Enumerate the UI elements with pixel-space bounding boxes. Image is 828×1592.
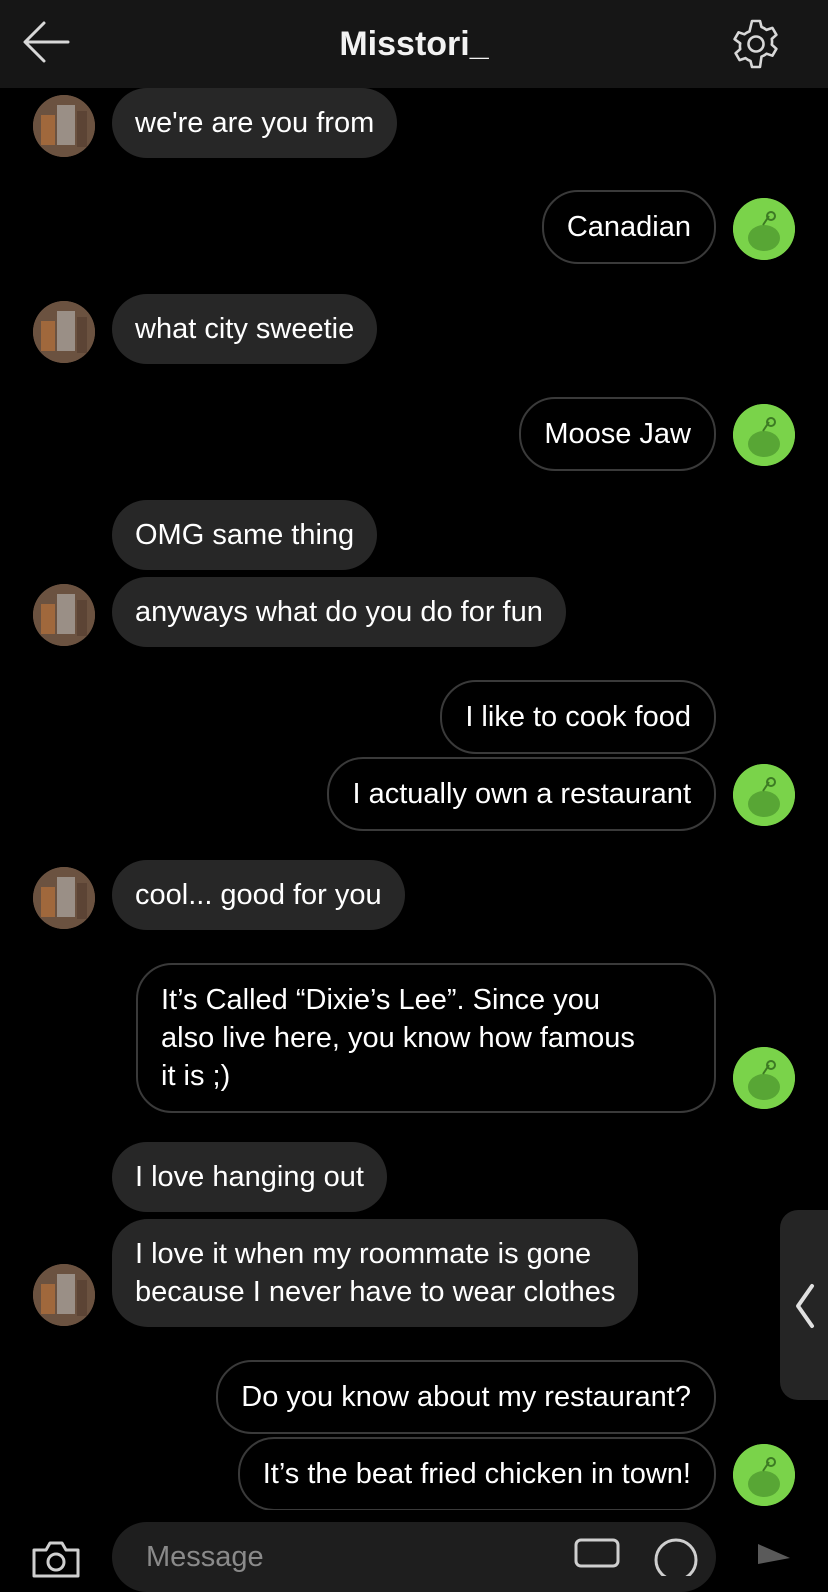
contact-avatar[interactable]: [33, 867, 95, 929]
incoming-message[interactable]: I love hanging out: [112, 1142, 387, 1212]
outgoing-message[interactable]: Canadian: [541, 190, 716, 264]
gif-icon[interactable]: [574, 1538, 620, 1568]
message-line: It’s Called “Dixie’s Lee”. Since you: [161, 984, 600, 1016]
message-line: it is ;): [161, 1060, 231, 1092]
message-input[interactable]: [112, 1522, 716, 1592]
outgoing-message[interactable]: It’s Called “Dixie’s Lee”. Since you als…: [136, 963, 716, 1113]
message-line: also live here, you know how famous: [161, 1022, 635, 1054]
outgoing-message[interactable]: It’s the beat fried chicken in town!: [237, 1437, 716, 1511]
message-line: I love it when my roommate is gone: [135, 1238, 592, 1270]
my-avatar[interactable]: [733, 1047, 795, 1109]
outgoing-message[interactable]: I actually own a restaurant: [327, 757, 716, 831]
page-title: Misstori_: [339, 25, 489, 63]
camera-icon[interactable]: [30, 1538, 82, 1578]
incoming-message[interactable]: we're are you from: [112, 88, 398, 158]
outgoing-message[interactable]: Do you know about my restaurant?: [216, 1360, 716, 1434]
incoming-message[interactable]: what city sweetie: [112, 294, 378, 364]
incoming-message[interactable]: OMG same thing: [112, 500, 378, 570]
outgoing-message[interactable]: Moose Jaw: [519, 397, 716, 471]
contact-avatar[interactable]: [33, 95, 95, 157]
incoming-message[interactable]: cool... good for you: [112, 860, 405, 930]
emoji-icon[interactable]: [652, 1536, 700, 1576]
contact-avatar[interactable]: [33, 301, 95, 363]
my-avatar[interactable]: [733, 404, 795, 466]
send-icon[interactable]: [754, 1540, 794, 1564]
chat-header: Misstori_: [0, 0, 828, 88]
my-avatar[interactable]: [733, 764, 795, 826]
incoming-message[interactable]: anyways what do you do for fun: [112, 577, 566, 647]
incoming-message[interactable]: I love it when my roommate is gone becau…: [112, 1219, 639, 1327]
my-avatar[interactable]: [733, 198, 795, 260]
my-avatar[interactable]: [733, 1444, 795, 1506]
chevron-left-icon: [796, 1284, 814, 1328]
side-drawer-tab[interactable]: [780, 1210, 828, 1400]
contact-avatar[interactable]: [33, 1264, 95, 1326]
message-line: because I never have to wear clothes: [135, 1276, 616, 1308]
gear-icon[interactable]: [729, 17, 783, 71]
contact-avatar[interactable]: [33, 584, 95, 646]
outgoing-message[interactable]: I like to cook food: [440, 680, 716, 754]
